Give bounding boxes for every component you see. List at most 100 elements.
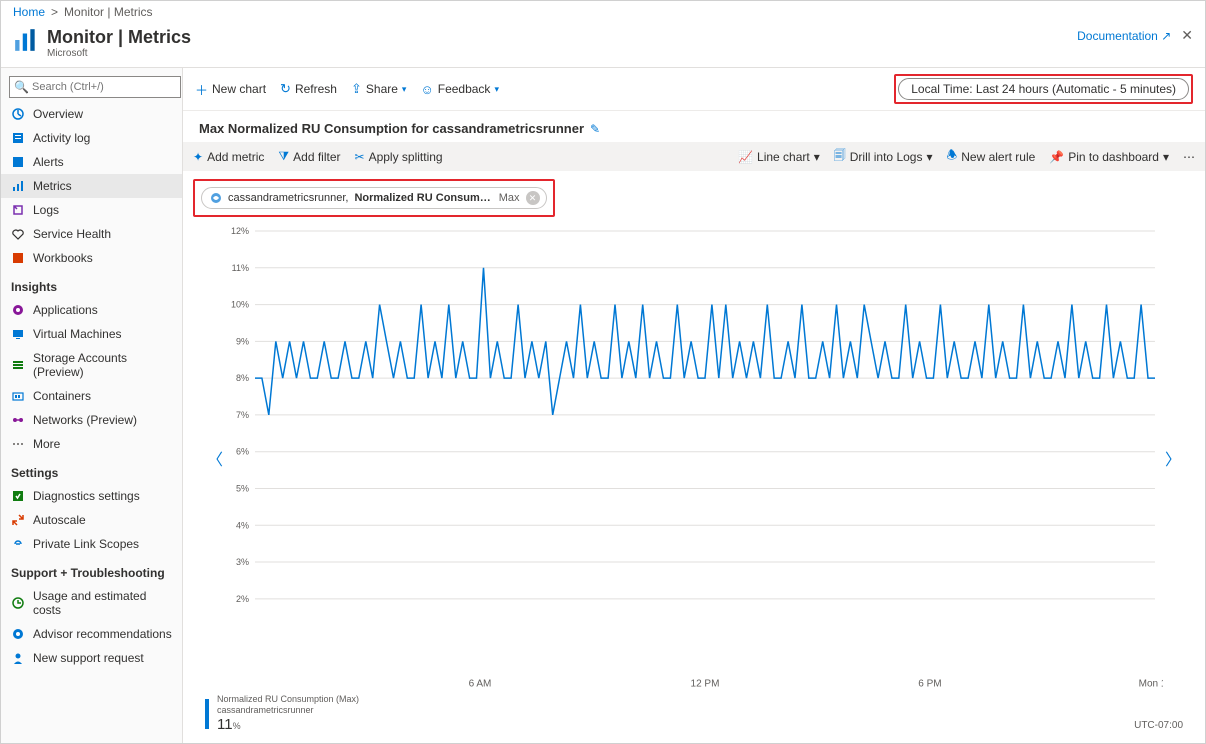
svg-text:12 PM: 12 PM bbox=[691, 678, 720, 689]
overview-icon bbox=[11, 107, 25, 121]
legend-value: 11 bbox=[217, 716, 233, 733]
sidebar-item-label: Autoscale bbox=[33, 513, 86, 527]
close-icon[interactable]: ✕ bbox=[1181, 27, 1193, 44]
sidebar-item-apps[interactable]: Applications bbox=[1, 298, 182, 322]
sidebar-item-health[interactable]: Service Health bbox=[1, 222, 182, 246]
sidebar-item-privatelink[interactable]: Private Link Scopes bbox=[1, 532, 182, 556]
metrics-toolbar: ＋New chart ↻Refresh ⇪Share▾ ☺Feedback▾ L… bbox=[183, 68, 1205, 111]
sidebar-item-containers[interactable]: Containers bbox=[1, 384, 182, 408]
drill-icon: 🗐 bbox=[834, 146, 846, 167]
svg-text:9%: 9% bbox=[236, 336, 249, 346]
remove-metric-button[interactable]: ✕ bbox=[526, 191, 540, 205]
more-icon bbox=[11, 437, 25, 451]
chevron-down-icon: ▾ bbox=[926, 150, 932, 164]
svg-text:3%: 3% bbox=[236, 557, 249, 567]
apply-splitting-button[interactable]: ✂Apply splitting bbox=[355, 150, 443, 164]
chevron-down-icon: ▾ bbox=[402, 84, 407, 95]
sidebar-item-label: Workbooks bbox=[33, 251, 93, 265]
more-options-button[interactable]: ⋯ bbox=[1183, 150, 1195, 164]
sidebar-item-alerts[interactable]: Alerts bbox=[1, 150, 182, 174]
sidebar-item-logs[interactable]: Logs bbox=[1, 198, 182, 222]
workbooks-icon bbox=[11, 251, 25, 265]
drill-logs-button[interactable]: 🗐Drill into Logs ▾ bbox=[834, 146, 933, 167]
apps-icon bbox=[11, 303, 25, 317]
sidebar-item-label: Logs bbox=[33, 203, 59, 217]
containers-icon bbox=[11, 389, 25, 403]
nav-section-header: Support + Troubleshooting bbox=[1, 556, 182, 584]
sidebar-item-label: Metrics bbox=[33, 179, 72, 193]
metric-resource: cassandrametricsrunner, bbox=[228, 192, 348, 204]
breadcrumb-home[interactable]: Home bbox=[13, 5, 45, 19]
new-chart-button[interactable]: ＋New chart bbox=[195, 80, 266, 99]
metrics-icon bbox=[11, 179, 25, 193]
share-button[interactable]: ⇪Share▾ bbox=[351, 81, 406, 97]
svg-text:12%: 12% bbox=[231, 226, 249, 236]
refresh-button[interactable]: ↻Refresh bbox=[280, 81, 337, 97]
line-chart-icon: 📈 bbox=[738, 150, 753, 164]
edit-title-button[interactable]: ✎ bbox=[590, 122, 600, 136]
sidebar-item-metrics[interactable]: Metrics bbox=[1, 174, 182, 198]
sidebar-item-label: Storage Accounts (Preview) bbox=[33, 351, 172, 379]
sidebar-item-label: Usage and estimated costs bbox=[33, 589, 172, 617]
sidebar-item-advisor[interactable]: Advisor recommendations bbox=[1, 622, 182, 646]
page-title: Monitor | Metrics bbox=[47, 27, 191, 48]
networks-icon bbox=[11, 413, 25, 427]
sidebar-item-workbooks[interactable]: Workbooks bbox=[1, 246, 182, 270]
svg-text:6 AM: 6 AM bbox=[469, 678, 492, 689]
sidebar-item-diag[interactable]: Diagnostics settings bbox=[1, 484, 182, 508]
feedback-button[interactable]: ☺Feedback▾ bbox=[420, 82, 499, 97]
chart-type-button[interactable]: 📈Line chart ▾ bbox=[738, 150, 820, 164]
privatelink-icon bbox=[11, 537, 25, 551]
documentation-link[interactable]: Documentation ↗ bbox=[1077, 29, 1171, 43]
metric-name: Normalized RU Consum… bbox=[354, 192, 490, 204]
filter-icon: ⧩ bbox=[278, 149, 289, 164]
breadcrumb: Home > Monitor | Metrics bbox=[1, 1, 1205, 23]
nav-section-header: Settings bbox=[1, 456, 182, 484]
sidebar-item-label: More bbox=[33, 437, 60, 451]
search-icon: 🔍 bbox=[14, 80, 29, 94]
pin-dashboard-button[interactable]: 📌Pin to dashboard ▾ bbox=[1049, 150, 1169, 164]
sidebar-item-label: Applications bbox=[33, 303, 98, 317]
add-filter-button[interactable]: ⧩Add filter bbox=[278, 149, 340, 164]
add-metric-icon: ✦ bbox=[193, 150, 203, 164]
svg-text:7%: 7% bbox=[236, 410, 249, 420]
chart-canvas[interactable]: 2%3%4%5%6%7%8%9%10%11%12%6 AM12 PM6 PMMo… bbox=[225, 225, 1163, 690]
sidebar-item-label: Virtual Machines bbox=[33, 327, 122, 341]
svg-text:5%: 5% bbox=[236, 483, 249, 493]
next-chart-button[interactable]: 〉 bbox=[1163, 446, 1183, 470]
time-range-picker[interactable]: Local Time: Last 24 hours (Automatic - 5… bbox=[898, 78, 1189, 100]
sidebar-item-label: Activity log bbox=[33, 131, 90, 145]
page-subtitle: Microsoft bbox=[47, 48, 191, 59]
sidebar-item-label: Networks (Preview) bbox=[33, 413, 137, 427]
metric-aggregation: Max bbox=[499, 192, 520, 204]
chart-toolbar: ✦Add metric ⧩Add filter ✂Apply splitting… bbox=[183, 142, 1205, 171]
sidebar-item-support[interactable]: New support request bbox=[1, 646, 182, 670]
metric-pill[interactable]: cassandrametricsrunner, Normalized RU Co… bbox=[201, 187, 547, 209]
sidebar-item-label: Service Health bbox=[33, 227, 111, 241]
pin-icon: 📌 bbox=[1049, 150, 1064, 164]
search-input[interactable] bbox=[9, 76, 181, 98]
chevron-right-icon: > bbox=[51, 5, 58, 19]
legend-color-swatch bbox=[205, 699, 209, 729]
sidebar-item-overview[interactable]: Overview bbox=[1, 102, 182, 126]
sidebar-item-activity[interactable]: Activity log bbox=[1, 126, 182, 150]
sidebar-item-vms[interactable]: Virtual Machines bbox=[1, 322, 182, 346]
logs-icon bbox=[11, 203, 25, 217]
legend-resource-name: cassandrametricsrunner bbox=[217, 705, 359, 716]
previous-chart-button[interactable]: 〈 bbox=[205, 446, 225, 470]
svg-text:8%: 8% bbox=[236, 373, 249, 383]
sidebar-item-storage[interactable]: Storage Accounts (Preview) bbox=[1, 346, 182, 384]
new-alert-button[interactable]: 🕭New alert rule bbox=[947, 146, 1036, 167]
support-icon bbox=[11, 651, 25, 665]
add-metric-button[interactable]: ✦Add metric bbox=[193, 150, 264, 164]
advisor-icon bbox=[11, 627, 25, 641]
vms-icon bbox=[11, 327, 25, 341]
svg-text:2%: 2% bbox=[236, 594, 249, 604]
sidebar-item-networks[interactable]: Networks (Preview) bbox=[1, 408, 182, 432]
sidebar-item-usage[interactable]: Usage and estimated costs bbox=[1, 584, 182, 622]
svg-text:6%: 6% bbox=[236, 447, 249, 457]
sidebar-item-more[interactable]: More bbox=[1, 432, 182, 456]
external-link-icon: ↗ bbox=[1161, 29, 1171, 43]
sidebar-item-autoscale[interactable]: Autoscale bbox=[1, 508, 182, 532]
svg-text:4%: 4% bbox=[236, 520, 249, 530]
